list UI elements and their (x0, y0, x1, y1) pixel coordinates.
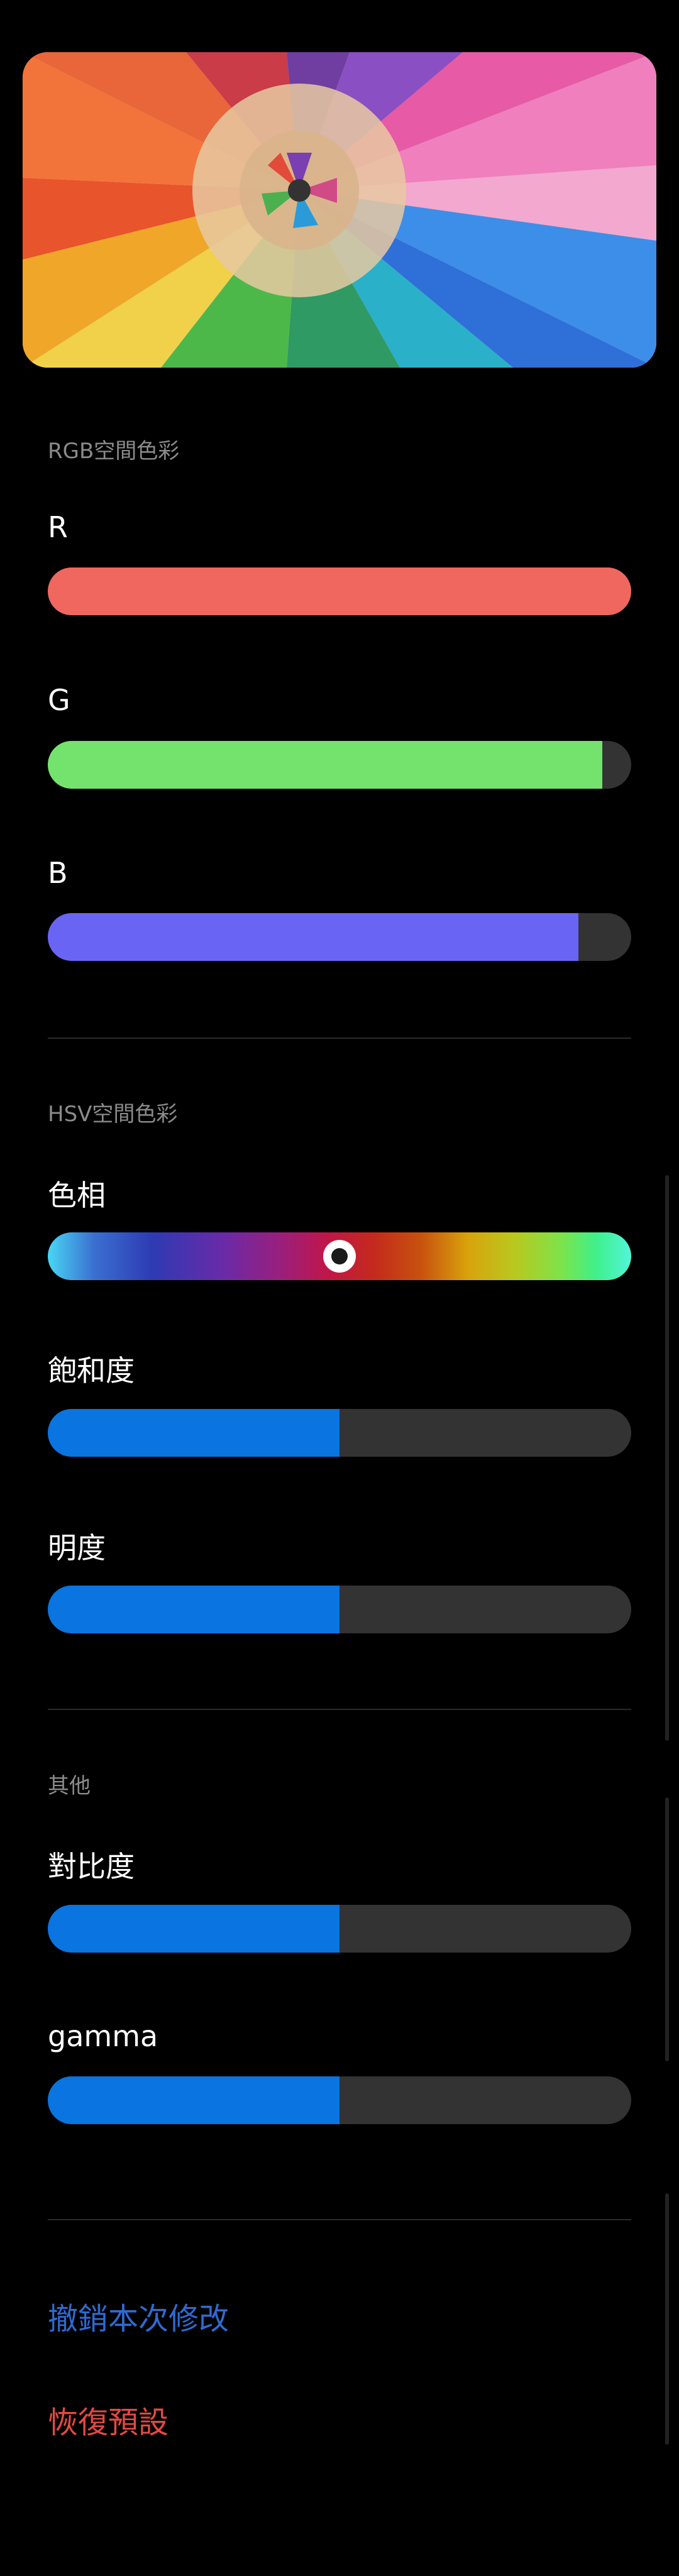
g-slider-fill (48, 741, 602, 789)
hue-slider[interactable] (48, 1232, 631, 1280)
g-slider-label: G (48, 683, 70, 717)
saturation-slider[interactable] (48, 1409, 631, 1457)
brightness-slider-label: 明度 (48, 1531, 106, 1565)
g-slider[interactable] (48, 741, 631, 789)
divider (48, 1038, 631, 1039)
saturation-slider-label: 飽和度 (48, 1354, 135, 1388)
other-section-title: 其他 (48, 1773, 91, 1799)
brightness-slider[interactable] (48, 1586, 631, 1633)
reset-defaults-button[interactable]: 恢復預設 (48, 2398, 168, 2442)
contrast-slider-fill (48, 1905, 340, 1953)
contrast-slider-label: 對比度 (48, 1850, 135, 1883)
rgb-section-title: RGB空間色彩 (48, 439, 180, 464)
preview-image (23, 52, 656, 368)
scrollbar[interactable] (665, 1797, 669, 2061)
r-slider[interactable] (48, 567, 631, 615)
hue-slider-label: 色相 (48, 1178, 106, 1212)
hue-slider-thumb[interactable] (323, 1240, 356, 1273)
divider (48, 1709, 631, 1710)
r-slider-fill (48, 567, 631, 615)
scrollbar[interactable] (665, 1471, 669, 1741)
hsv-section-title: HSV空間色彩 (48, 1102, 178, 1127)
brightness-slider-fill (48, 1586, 340, 1633)
gamma-slider-label: gamma (48, 2019, 158, 2053)
colored-pencils-image (23, 52, 656, 368)
b-slider-label: B (48, 856, 68, 890)
r-slider-label: R (48, 510, 68, 544)
b-slider-fill (48, 913, 579, 961)
undo-changes-button[interactable]: 撤銷本次修改 (48, 2294, 229, 2338)
contrast-slider[interactable] (48, 1905, 631, 1953)
b-slider[interactable] (48, 913, 631, 961)
saturation-slider-fill (48, 1409, 340, 1457)
gamma-slider-fill (48, 2076, 340, 2124)
scrollbar[interactable] (665, 2193, 669, 2445)
divider (48, 2219, 631, 2220)
gamma-slider[interactable] (48, 2076, 631, 2124)
